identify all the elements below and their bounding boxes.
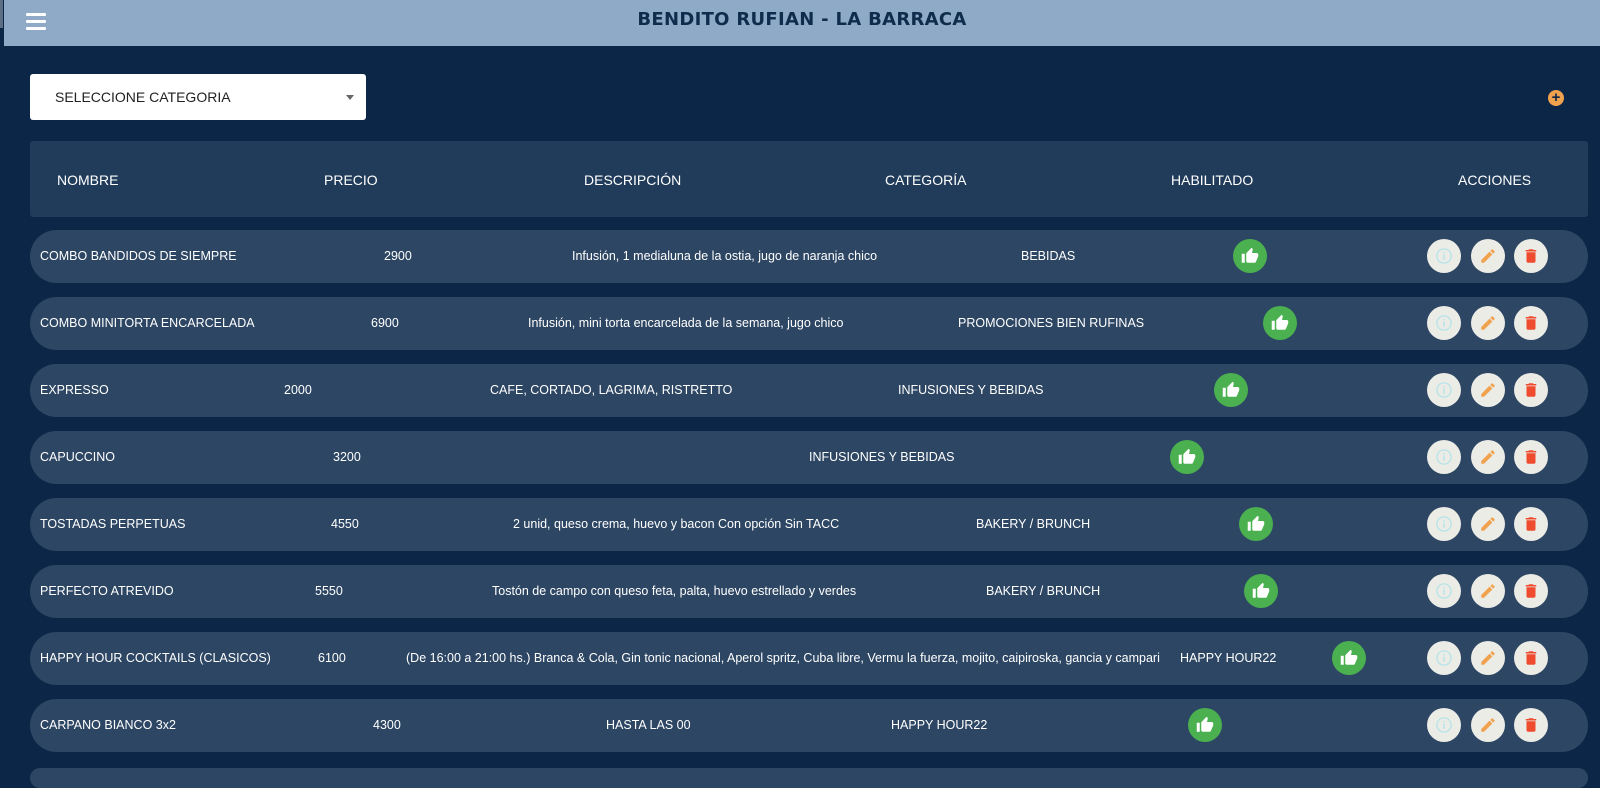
product-description: CAFE, CORTADO, LAGRIMA, RISTRETTO — [490, 383, 733, 397]
product-price: 6900 — [371, 316, 399, 330]
column-header-acciones: ACCIONES — [1458, 172, 1532, 188]
product-name: EXPRESSO — [40, 383, 109, 397]
edit-button[interactable] — [1471, 373, 1505, 407]
table-row: CARPANO BIANCO 3x2 4300 HASTA LAS 00 HAPPY … — [30, 699, 1588, 752]
edit-button[interactable] — [1471, 306, 1505, 340]
enabled-toggle[interactable] — [1244, 574, 1278, 608]
product-price: 4550 — [331, 517, 359, 531]
product-description: Tostón de campo con queso feta, palta, h… — [492, 584, 857, 598]
window-edge-mark — [0, 0, 3, 28]
product-name: COMBO BANDIDOS DE SIEMPRE — [40, 249, 237, 263]
product-price: 3200 — [333, 450, 361, 464]
product-name: HAPPY HOUR COCKTAILS (CLASICOS) — [40, 651, 271, 665]
edit-button[interactable] — [1471, 440, 1505, 474]
table-row: HAPPY HOUR COCKTAILS (CLASICOS) 6100 (De 1… — [30, 632, 1588, 685]
delete-button[interactable] — [1514, 507, 1548, 541]
page-title: BENDITO RUFIAN - LA BARRACA — [637, 9, 967, 30]
product-category: HAPPY HOUR22 — [1180, 651, 1277, 665]
delete-button[interactable] — [1514, 239, 1548, 273]
delete-button[interactable] — [1514, 641, 1548, 675]
chevron-down-icon — [346, 95, 354, 100]
product-name: TOSTADAS PERPETUAS — [40, 517, 186, 531]
enabled-toggle[interactable] — [1170, 440, 1204, 474]
product-name: PERFECTO ATREVIDO — [40, 584, 174, 598]
table-row: EXPRESSO 2000 CAFE, CORTADO, LAGRIMA, RIST… — [30, 364, 1588, 417]
column-header-descripcion: DESCRIPCIÓN — [584, 172, 682, 188]
delete-button[interactable] — [1514, 306, 1548, 340]
table-row: COMBO MINITORTA ENCARCELADA 6900 Infusión,… — [30, 297, 1588, 350]
info-button[interactable] — [1427, 306, 1461, 340]
info-button[interactable] — [1427, 239, 1461, 273]
column-header-nombre: NOMBRE — [57, 172, 119, 188]
product-category: INFUSIONES Y BEBIDAS — [809, 450, 955, 464]
delete-button[interactable] — [1514, 373, 1548, 407]
table-row: CAPUCCINO 3200 INFUSIONES Y BEBIDAS — [30, 431, 1588, 484]
product-category: INFUSIONES Y BEBIDAS — [898, 383, 1044, 397]
table-row: COMBO BANDIDOS DE SIEMPRE 2900 Infusión, 1… — [30, 230, 1588, 283]
edit-button[interactable] — [1471, 574, 1505, 608]
product-price: 2000 — [284, 383, 312, 397]
product-category: BAKERY / BRUNCH — [976, 517, 1091, 531]
edit-button[interactable] — [1471, 641, 1505, 675]
plus-circle-icon: + — [1551, 89, 1561, 106]
table-row: PERFECTO ATREVIDO 5550 Tostón de campo con… — [30, 565, 1588, 618]
edit-button[interactable] — [1471, 708, 1505, 742]
info-button[interactable] — [1427, 373, 1461, 407]
add-product-button[interactable]: + — [1548, 90, 1564, 106]
product-description: Infusión, mini torta encarcelada de la s… — [528, 316, 844, 330]
column-header-categoria: CATEGORÍA — [885, 172, 967, 188]
product-price: 2900 — [384, 249, 412, 263]
product-price: 5550 — [315, 584, 343, 598]
product-description: Infusión, 1 medialuna de la ostia, jugo … — [572, 249, 878, 263]
product-price: 6100 — [318, 651, 346, 665]
info-button[interactable] — [1427, 641, 1461, 675]
info-button[interactable] — [1427, 574, 1461, 608]
edit-button[interactable] — [1471, 239, 1505, 273]
product-category: PROMOCIONES BIEN RUFINAS — [958, 316, 1145, 330]
product-category: BAKERY / BRUNCH — [986, 584, 1101, 598]
category-select[interactable]: SELECCIONE CATEGORIA — [30, 74, 366, 120]
enabled-toggle[interactable] — [1239, 507, 1273, 541]
enabled-toggle[interactable] — [1332, 641, 1366, 675]
product-description: HASTA LAS 00 — [606, 718, 691, 732]
enabled-toggle[interactable] — [1263, 306, 1297, 340]
product-name: COMBO MINITORTA ENCARCELADA — [40, 316, 255, 330]
edit-button[interactable] — [1471, 507, 1505, 541]
product-price: 4300 — [373, 718, 401, 732]
enabled-toggle[interactable] — [1214, 373, 1248, 407]
category-select-label: SELECCIONE CATEGORIA — [55, 89, 231, 105]
enabled-toggle[interactable] — [1188, 708, 1222, 742]
product-description: (De 16:00 a 21:00 hs.) Branca & Cola, Gi… — [406, 651, 1160, 665]
product-name: CARPANO BIANCO 3x2 — [40, 718, 176, 732]
info-button[interactable] — [1427, 507, 1461, 541]
info-button[interactable] — [1427, 440, 1461, 474]
column-header-precio: PRECIO — [324, 172, 378, 188]
product-name: CAPUCCINO — [40, 450, 116, 464]
column-header-habilitado: HABILITADO — [1171, 172, 1254, 188]
product-category: HAPPY HOUR22 — [891, 718, 988, 732]
table-header: NOMBRE PRECIO DESCRIPCIÓN CATEGORÍA HABI… — [30, 141, 1588, 217]
table-row — [30, 768, 1588, 788]
delete-button[interactable] — [1514, 708, 1548, 742]
product-category: BEBIDAS — [1021, 249, 1076, 263]
window-edge — [0, 0, 4, 771]
top-bar: BENDITO RUFIAN - LA BARRACA — [4, 0, 1600, 46]
table-row: TOSTADAS PERPETUAS 4550 2 unid, queso crem… — [30, 498, 1588, 551]
info-button[interactable] — [1427, 708, 1461, 742]
product-description: 2 unid, queso crema, huevo y bacon Con o… — [513, 517, 840, 531]
enabled-toggle[interactable] — [1233, 239, 1267, 273]
delete-button[interactable] — [1514, 574, 1548, 608]
delete-button[interactable] — [1514, 440, 1548, 474]
